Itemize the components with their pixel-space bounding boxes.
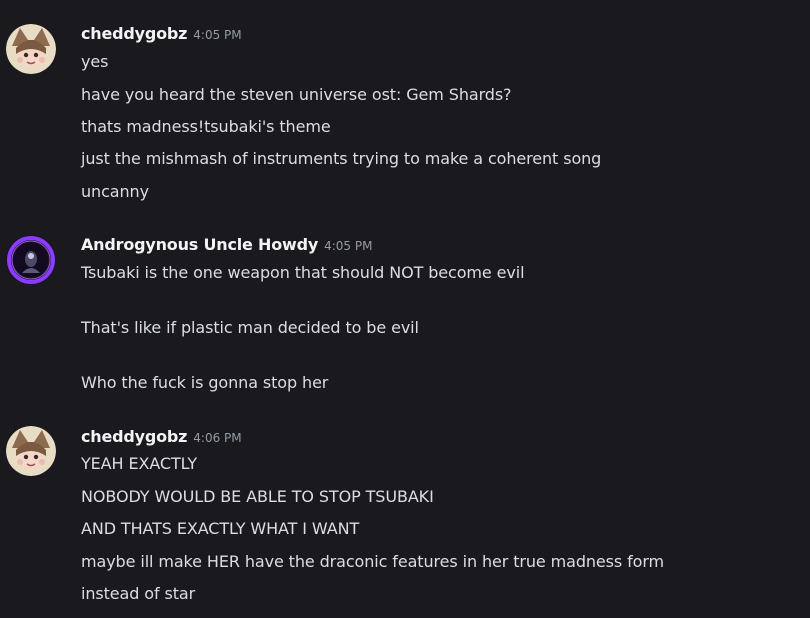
cat-girl-avatar-icon[interactable] — [6, 426, 56, 476]
message-header: Androgynous Uncle Howdy 4:05 PM — [81, 235, 372, 255]
timestamp[interactable]: 4:05 PM — [324, 239, 372, 253]
purple-ring-avatar-icon[interactable] — [6, 235, 56, 285]
message-text: Tsubaki is the one weapon that should NO… — [81, 263, 525, 282]
timestamp[interactable]: 4:05 PM — [193, 28, 241, 42]
message-text: thats madness!tsubaki's theme — [81, 117, 331, 136]
message-header: cheddygobz 4:06 PM — [81, 427, 242, 447]
message-text: maybe ill make HER have the draconic fea… — [81, 552, 665, 571]
message-text: AND THATS EXACTLY WHAT I WANT — [81, 519, 360, 538]
message-text: instead of star — [81, 584, 196, 603]
message-text: uncanny — [81, 182, 149, 201]
message-text: YEAH EXACTLY — [81, 454, 197, 473]
message-text: just the mishmash of instruments trying … — [81, 149, 602, 168]
username[interactable]: Androgynous Uncle Howdy — [81, 235, 318, 254]
cat-girl-avatar-icon[interactable] — [6, 24, 56, 74]
chat-message-list: cheddygobz 4:05 PM yes have you heard the… — [0, 0, 810, 618]
username[interactable]: cheddygobz — [81, 427, 187, 446]
message-text: NOBODY WOULD BE ABLE TO STOP TSUBAKI — [81, 487, 434, 506]
message-header: cheddygobz 4:05 PM — [81, 24, 242, 44]
message-text: have you heard the steven universe ost: … — [81, 85, 512, 104]
message-text: Who the fuck is gonna stop her — [81, 373, 329, 392]
message-text: That's like if plastic man decided to be… — [81, 318, 419, 337]
timestamp[interactable]: 4:06 PM — [193, 431, 241, 445]
username[interactable]: cheddygobz — [81, 24, 187, 43]
message-text: yes — [81, 52, 109, 71]
